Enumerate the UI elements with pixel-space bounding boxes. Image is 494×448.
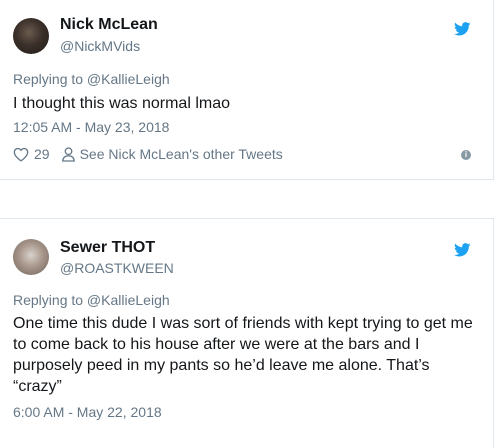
avatar[interactable] (13, 18, 49, 54)
twitter-bird-icon[interactable] (454, 22, 471, 36)
tweet-separator (0, 180, 494, 218)
like-count[interactable]: 29 (34, 146, 50, 162)
tweet-card: Nick McLean @NickMVids Replying to @Kall… (0, 0, 494, 180)
timestamp[interactable]: 12:05 AM - May 23, 2018 (13, 119, 169, 135)
heart-icon[interactable] (13, 147, 29, 162)
replying-to[interactable]: Replying to @KallieLeigh (13, 71, 170, 87)
person-icon (61, 146, 75, 162)
user-handle[interactable]: @NickMVids (60, 38, 140, 54)
other-tweets-link[interactable]: See Nick McLean's other Tweets (80, 146, 283, 162)
avatar[interactable] (13, 239, 49, 275)
info-icon[interactable]: i (461, 150, 471, 160)
display-name[interactable]: Nick McLean (60, 16, 158, 34)
user-handle[interactable]: @ROASTKWEEN (60, 260, 174, 276)
tweet-card: Sewer THOT @ROASTKWEEN Replying to @Kall… (0, 218, 494, 448)
tweet-text: I thought this was normal lmao (13, 95, 230, 112)
twitter-bird-icon[interactable] (454, 243, 471, 257)
display-name[interactable]: Sewer THOT (60, 239, 155, 257)
tweet-actions: 29 See Nick McLean's other Tweets (13, 145, 283, 163)
tweet-text: One time this dude I was sort of friends… (13, 315, 473, 395)
timestamp[interactable]: 6:00 AM - May 22, 2018 (13, 404, 162, 420)
replying-to[interactable]: Replying to @KallieLeigh (13, 292, 170, 308)
